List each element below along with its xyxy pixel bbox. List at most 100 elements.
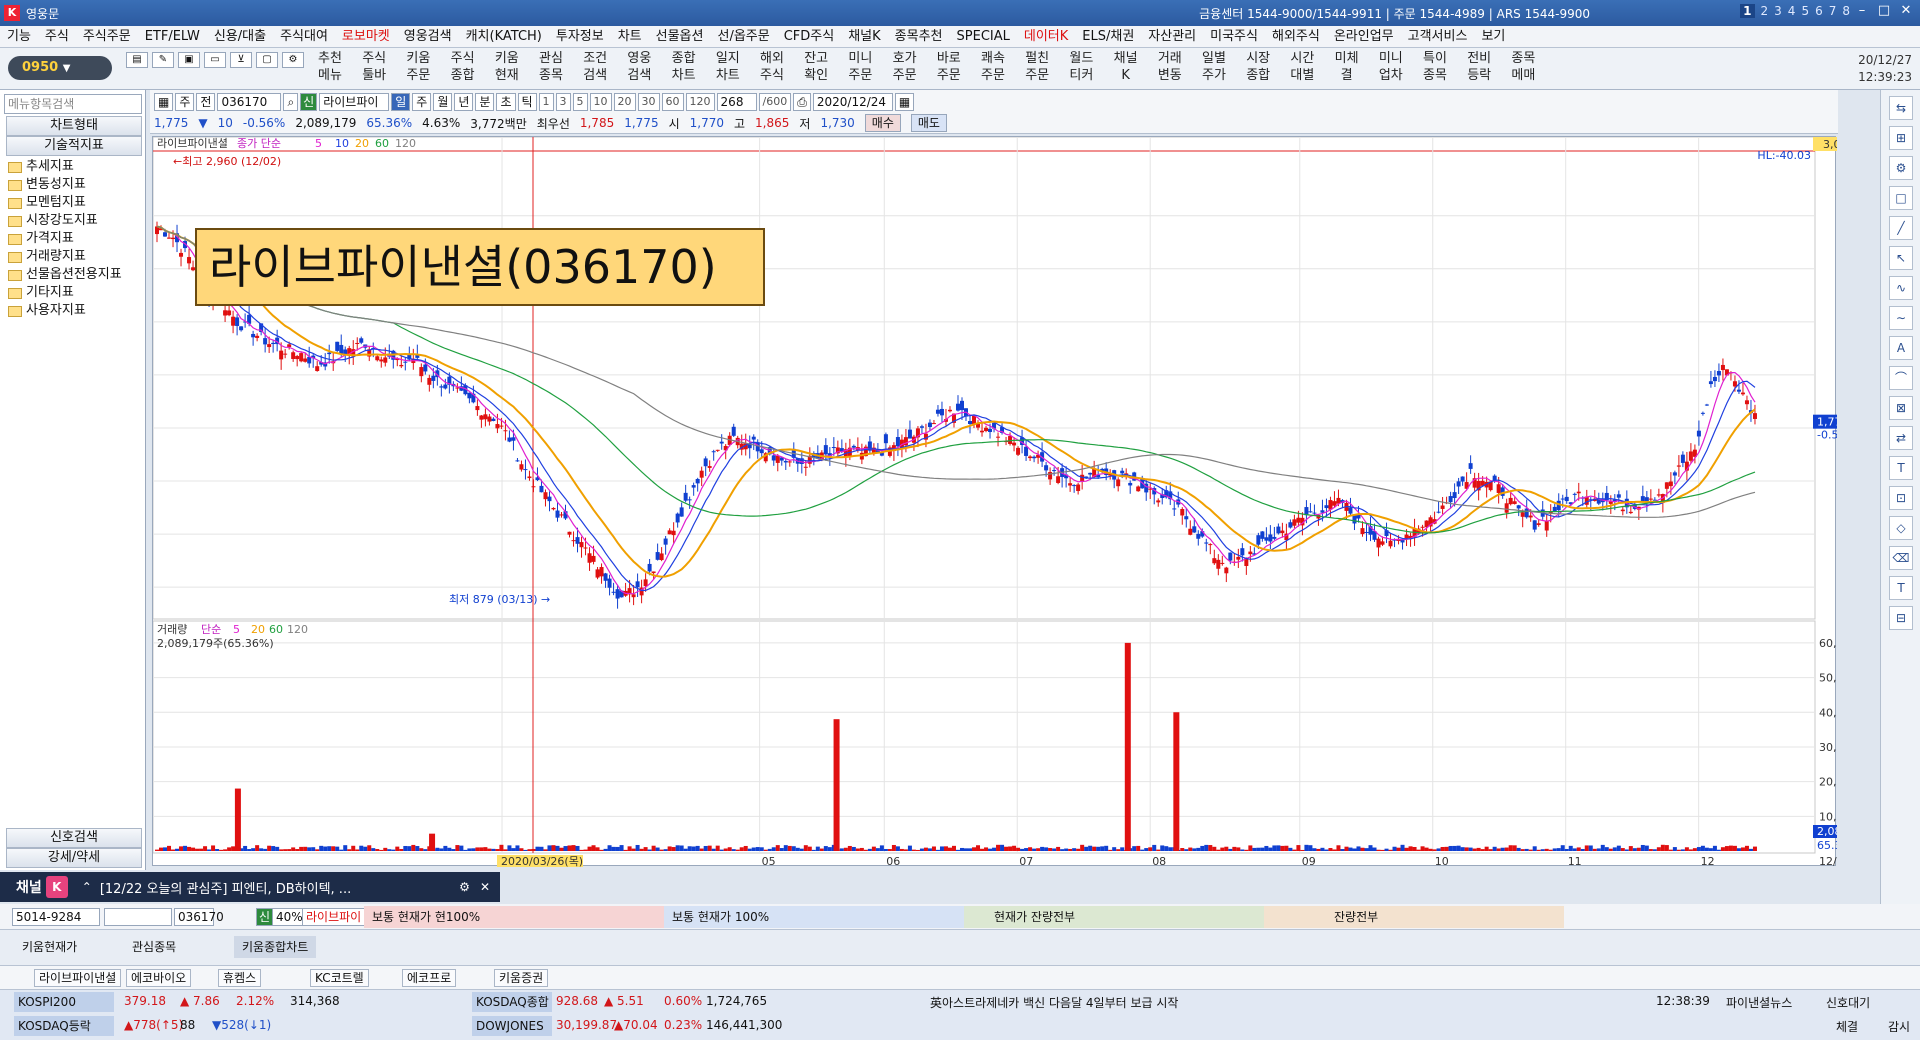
toolbar-button-27[interactable]: 종목 메매	[1503, 50, 1543, 88]
drawing-tool-4-icon[interactable]: ╱	[1889, 216, 1913, 240]
number-tab-3[interactable]: 3	[555, 93, 571, 111]
favorite-stock-2[interactable]: 휴켐스	[218, 969, 262, 987]
maximize-icon[interactable]: □	[1874, 3, 1894, 21]
gear-icon[interactable]: ⚙	[459, 880, 470, 894]
page-4[interactable]: 4	[1788, 4, 1796, 18]
menu-item-5[interactable]: 주식대여	[273, 26, 335, 48]
close-icon[interactable]: ✕	[1896, 3, 1916, 21]
date-input[interactable]: 2020/12/24	[812, 93, 893, 111]
unit-tab-0[interactable]: 일	[391, 93, 411, 111]
menu-item-1[interactable]: 주식	[38, 26, 76, 48]
drawing-tool-14-icon[interactable]: ◇	[1889, 516, 1913, 540]
indicator-category[interactable]: 추세지표	[8, 158, 122, 176]
toolbar-button-24[interactable]: 미니 업차	[1371, 50, 1411, 88]
toolbar-button-13[interactable]: 호가 주문	[885, 50, 925, 88]
menu-item-16[interactable]: SPECIAL	[950, 26, 1017, 48]
filter-icon[interactable]: ⊻	[230, 52, 252, 68]
menu-search-input[interactable]: 메뉴항목검색	[4, 94, 142, 114]
number-tab-60[interactable]: 60	[661, 93, 684, 111]
favorite-stock-1[interactable]: 에코바이오	[126, 969, 192, 987]
drawing-tool-3-icon[interactable]: □	[1889, 186, 1913, 210]
indicator-category[interactable]: 변동성지표	[8, 176, 122, 194]
number-tab-1[interactable]: 1	[538, 93, 554, 111]
pencil-icon[interactable]: ✎	[152, 52, 174, 68]
toolbar-button-26[interactable]: 전비 등락	[1459, 50, 1499, 88]
account-input[interactable]: 5014-9284	[12, 908, 100, 926]
number-tab-20[interactable]: 20	[613, 93, 636, 111]
toolbar-button-16[interactable]: 펄친 주문	[1017, 50, 1057, 88]
drawing-tool-12-icon[interactable]: T	[1889, 456, 1913, 480]
drawing-tool-16-icon[interactable]: T	[1889, 576, 1913, 600]
drawing-tool-1-icon[interactable]: ⊞	[1889, 126, 1913, 150]
menu-item-7[interactable]: 영웅검색	[397, 26, 459, 48]
menu-item-9[interactable]: 투자정보	[549, 26, 611, 48]
indicator-category[interactable]: 모멘텀지표	[8, 194, 122, 212]
toolbar-button-19[interactable]: 거래 변동	[1150, 50, 1190, 88]
news-headline[interactable]: 英아스트라제네카 백신 다음달 4일부터 보급 시작	[930, 994, 1178, 1011]
unit-tab-1[interactable]: 주	[412, 93, 432, 111]
window-tab-1[interactable]: 관심종목	[124, 936, 184, 958]
signal-status[interactable]: 신호대기	[1826, 994, 1870, 1011]
menu-item-19[interactable]: 자산관리	[1141, 26, 1203, 48]
menu-item-22[interactable]: 온라인업무	[1327, 26, 1401, 48]
tab-watch[interactable]: 감시	[1888, 1018, 1910, 1035]
toolbar-button-0[interactable]: 추천 메뉴	[310, 50, 350, 88]
favorite-stock-0[interactable]: 라이브파이낸셜	[34, 969, 122, 987]
order-segment-4[interactable]: 잔량전부	[1264, 906, 1564, 928]
tab-execution[interactable]: 체결	[1836, 1018, 1858, 1035]
menu-item-21[interactable]: 해외주식	[1265, 26, 1327, 48]
drawing-tool-13-icon[interactable]: ⊡	[1889, 486, 1913, 510]
toolbar-button-20[interactable]: 일별 주가	[1194, 50, 1234, 88]
indicator-category[interactable]: 거래량지표	[8, 248, 122, 266]
menu-item-2[interactable]: 주식주문	[76, 26, 138, 48]
toolbar-button-1[interactable]: 주식 툴바	[354, 50, 394, 88]
menu-item-4[interactable]: 신용/대출	[207, 26, 273, 48]
buy-button[interactable]: 매수	[864, 114, 901, 132]
unit-tab-2[interactable]: 월	[433, 93, 453, 111]
search-icon[interactable]: ⌕	[283, 93, 299, 111]
toolbar-button-9[interactable]: 일지 차트	[708, 50, 748, 88]
menu-item-23[interactable]: 고객서비스	[1401, 26, 1475, 48]
lock-icon[interactable]: ▣	[178, 52, 200, 68]
grid-icon[interactable]: ▦	[154, 93, 174, 111]
section-chart-type[interactable]: 차트형태	[6, 116, 142, 136]
order-stock-name[interactable]: 라이브파이	[302, 908, 366, 926]
period-tab-week[interactable]: 주	[175, 93, 195, 111]
news-nav-icon[interactable]: ⌃	[82, 880, 92, 894]
menu-item-11[interactable]: 선물옵션	[649, 26, 711, 48]
drawing-tool-9-icon[interactable]: ⌒	[1889, 366, 1913, 390]
unit-tab-6[interactable]: 틱	[517, 93, 537, 111]
toolbar-button-14[interactable]: 바로 주문	[929, 50, 969, 88]
toolbar-button-11[interactable]: 잔고 확인	[796, 50, 836, 88]
minimize-icon[interactable]: –	[1852, 3, 1872, 21]
toolbar-button-25[interactable]: 특이 종목	[1415, 50, 1455, 88]
page-3[interactable]: 3	[1774, 4, 1782, 18]
drawing-tool-15-icon[interactable]: ⌫	[1889, 546, 1913, 570]
page-1[interactable]: 1	[1740, 4, 1755, 18]
favorite-stock-5[interactable]: 키움증권	[494, 969, 549, 987]
toolbar-button-21[interactable]: 시장 종합	[1238, 50, 1278, 88]
number-tab-30[interactable]: 30	[637, 93, 660, 111]
page-5[interactable]: 5	[1801, 4, 1809, 18]
order-code-input[interactable]: 036170	[174, 908, 224, 926]
stock-name[interactable]: 라이브파이	[319, 93, 390, 111]
toolbar-button-6[interactable]: 조건 검색	[575, 50, 615, 88]
drawing-tool-0-icon[interactable]: ⇆	[1889, 96, 1913, 120]
toolbar-button-12[interactable]: 미니 주문	[840, 50, 880, 88]
drawing-tool-2-icon[interactable]: ⚙	[1889, 156, 1913, 180]
order-segment-2[interactable]: 보통 현재가 100%	[664, 906, 964, 928]
indicator-category[interactable]: 시장강도지표	[8, 212, 122, 230]
indicator-category[interactable]: 가격지표	[8, 230, 122, 248]
menu-item-3[interactable]: ETF/ELW	[138, 26, 207, 48]
close-icon[interactable]: ✕	[480, 880, 490, 894]
page-numbers[interactable]: 12345678	[1740, 4, 1850, 18]
order-segment-1[interactable]: 보통 현재가 현100%	[364, 906, 664, 928]
menu-item-12[interactable]: 선/옵주문	[710, 26, 776, 48]
menu-item-14[interactable]: 채널K	[841, 26, 887, 48]
strength-weakness[interactable]: 강세/약세	[6, 848, 142, 868]
toolbar-button-7[interactable]: 영웅 검색	[619, 50, 659, 88]
menu-item-8[interactable]: 캐치(KATCH)	[459, 26, 549, 48]
toolbar-button-10[interactable]: 해외 주식	[752, 50, 792, 88]
menu-item-6[interactable]: 로보마켓	[335, 26, 397, 48]
drawing-tool-7-icon[interactable]: ∼	[1889, 306, 1913, 330]
